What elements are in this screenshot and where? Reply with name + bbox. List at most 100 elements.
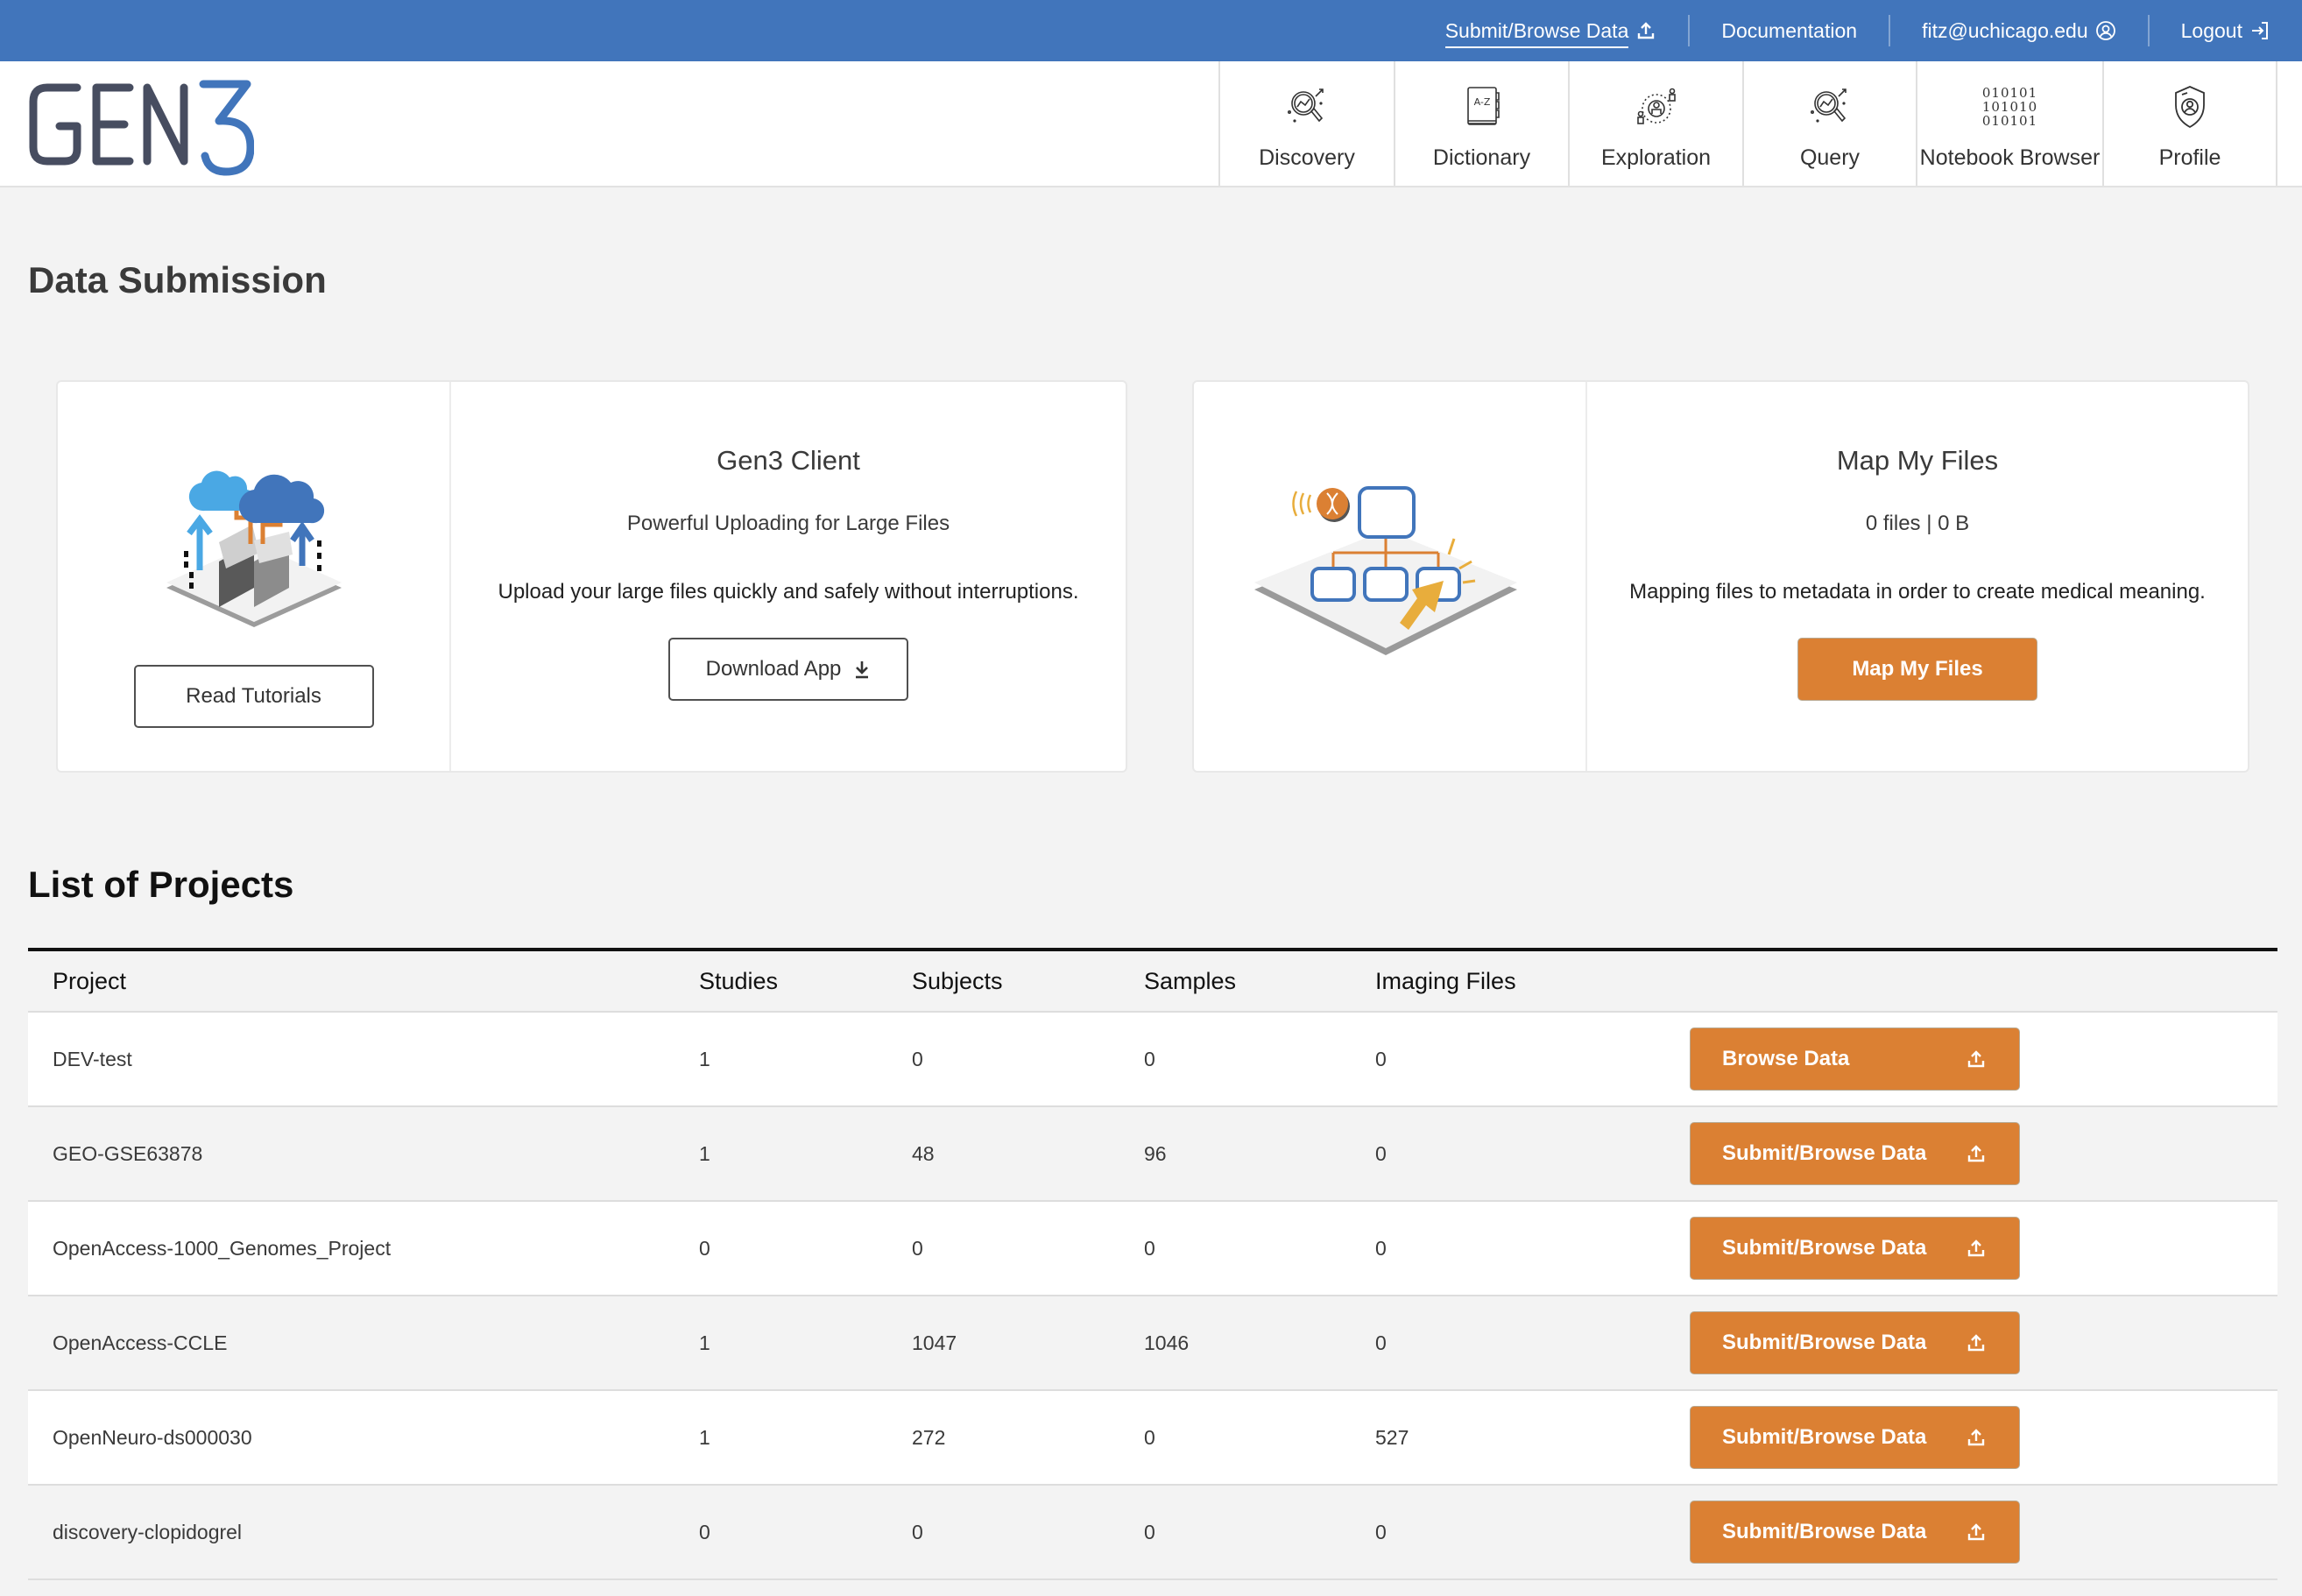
read-tutorials-button[interactable]: Read Tutorials	[133, 665, 374, 728]
nav-item-dictionary[interactable]: A-Z Dictionary	[1394, 61, 1568, 186]
topbar-logout-link[interactable]: Logout	[2150, 0, 2277, 61]
submit-browse-data-label: Submit/Browse Data	[1722, 1141, 1927, 1165]
list-of-projects-title: List of Projects	[28, 864, 294, 905]
topbar-submit-browse-data-link[interactable]: Submit/Browse Data	[1414, 0, 1689, 61]
studies-cell: 1	[699, 1425, 710, 1449]
project-name-cell: OpenNeuro-ds000030	[53, 1425, 252, 1449]
submit-browse-data-button[interactable]: Submit/Browse Data	[1690, 1406, 2020, 1469]
download-app-label: Download App	[705, 657, 842, 681]
nav-label-profile: Profile	[2158, 145, 2221, 170]
project-name-cell: GEO-GSE63878	[53, 1141, 203, 1165]
column-header-project: Project	[53, 967, 127, 994]
studies-cell: 1	[699, 1047, 710, 1070]
nav-item-profile[interactable]: Profile	[2102, 61, 2277, 186]
column-header-samples: Samples	[1144, 967, 1237, 994]
studies-cell: 0	[699, 1520, 710, 1543]
submit-browse-data-button[interactable]: Submit/Browse Data	[1690, 1217, 2020, 1280]
main-nav: Discovery A-Z Dictionary Exploration Que…	[1218, 61, 2277, 186]
profile-shield-icon	[2164, 81, 2216, 133]
main-header: Discovery A-Z Dictionary Exploration Que…	[0, 61, 2302, 187]
upload-icon	[1967, 1522, 1986, 1542]
imaging-files-cell: 527	[1375, 1425, 1409, 1449]
samples-cell: 0	[1144, 1236, 1155, 1260]
gen3-client-title: Gen3 Client	[717, 445, 860, 476]
upload-icon	[1967, 1428, 1986, 1447]
samples-cell: 0	[1144, 1425, 1155, 1449]
imaging-files-cell: 0	[1375, 1331, 1387, 1354]
top-bar: Submit/Browse Data Documentation fitz@uc…	[0, 0, 2302, 61]
topbar-documentation-link[interactable]: Documentation	[1690, 0, 1889, 61]
projects-table: Project Studies Subjects Samples Imaging…	[28, 948, 2277, 1580]
project-name-cell: OpenAccess-1000_Genomes_Project	[53, 1236, 392, 1260]
discovery-magnifier-icon	[1281, 81, 1333, 133]
topbar-logout-label: Logout	[2180, 18, 2242, 42]
submit-browse-data-button[interactable]: Browse Data	[1690, 1028, 2020, 1091]
submit-browse-data-button[interactable]: Submit/Browse Data	[1690, 1501, 2020, 1564]
table-row: OpenNeuro-ds000030 1 272 0 527 Submit/Br…	[28, 1391, 2277, 1486]
action-cell: Submit/Browse Data	[1690, 1391, 2020, 1484]
submit-browse-data-label: Browse Data	[1722, 1047, 1850, 1070]
nav-item-exploration[interactable]: Exploration	[1568, 61, 1742, 186]
download-app-button[interactable]: Download App	[668, 638, 908, 701]
studies-cell: 1	[699, 1141, 710, 1165]
user-circle-icon	[2095, 20, 2116, 41]
upload-box-illustration	[149, 456, 359, 632]
action-cell: Submit/Browse Data	[1690, 1202, 2020, 1295]
gen3-client-card: Read Tutorials Gen3 Client Powerful Uplo…	[56, 380, 1127, 773]
nav-item-notebook-browser[interactable]: 010101 101010 010101 Notebook Browser	[1916, 61, 2102, 186]
upload-icon	[1967, 1333, 1986, 1352]
map-my-files-title: Map My Files	[1836, 445, 1999, 476]
topbar-user-account-link[interactable]: fitz@uchicago.edu	[1890, 0, 2148, 61]
data-submission-title: Data Submission	[28, 259, 327, 300]
submit-browse-data-button[interactable]: Submit/Browse Data	[1690, 1311, 2020, 1374]
column-header-studies: Studies	[699, 967, 779, 994]
file-mapping-illustration	[1246, 484, 1535, 677]
action-cell: Browse Data	[1690, 1013, 2020, 1105]
gen3-client-card-body: Gen3 Client Powerful Uploading for Large…	[451, 382, 1126, 771]
dictionary-book-icon: A-Z	[1456, 81, 1508, 133]
project-name-cell: discovery-clopidogrel	[53, 1520, 243, 1543]
table-row: discovery-clopidogrel 0 0 0 0 Submit/Bro…	[28, 1486, 2277, 1580]
imaging-files-cell: 0	[1375, 1047, 1387, 1070]
nav-label-notebook-browser: Notebook Browser	[1919, 145, 2101, 170]
map-files-illustration-panel	[1194, 382, 1587, 771]
subjects-cell: 0	[912, 1047, 923, 1070]
nav-item-query[interactable]: Query	[1742, 61, 1916, 186]
upload-icon	[1967, 1239, 1986, 1258]
map-my-files-card-body: Map My Files 0 files | 0 B Mapping files…	[1587, 382, 2248, 771]
gen3-logo[interactable]	[26, 72, 255, 177]
upload-icon	[1635, 20, 1656, 41]
exploration-people-icon	[1630, 81, 1683, 133]
nav-label-query: Query	[1799, 145, 1861, 170]
table-row: DEV-test 1 0 0 0 Browse Data	[28, 1013, 2277, 1107]
action-cell: Submit/Browse Data	[1690, 1296, 2020, 1389]
gen3-client-description: Upload your large files quickly and safe…	[498, 580, 1079, 604]
topbar-user-email: fitz@uchicago.edu	[1922, 18, 2088, 42]
submit-browse-data-button[interactable]: Submit/Browse Data	[1690, 1122, 2020, 1185]
subjects-cell: 48	[912, 1141, 935, 1165]
binary-line: 010101	[1981, 113, 2038, 129]
subjects-cell: 0	[912, 1236, 923, 1260]
imaging-files-cell: 0	[1375, 1141, 1387, 1165]
projects-table-body: DEV-test 1 0 0 0 Browse Data GEO-GSE6387…	[28, 1013, 2277, 1580]
table-row: OpenAccess-1000_Genomes_Project 0 0 0 0 …	[28, 1202, 2277, 1296]
samples-cell: 96	[1144, 1141, 1167, 1165]
map-my-files-description: Mapping files to metadata in order to cr…	[1629, 580, 2206, 604]
subjects-cell: 272	[912, 1425, 946, 1449]
map-my-files-button[interactable]: Map My Files	[1797, 638, 2037, 701]
upload-icon	[1967, 1049, 1986, 1069]
gen3-client-subtitle: Powerful Uploading for Large Files	[626, 512, 950, 535]
column-header-subjects: Subjects	[912, 967, 1003, 994]
binary-icon: 010101 101010 010101	[1981, 81, 2038, 133]
map-my-files-card: Map My Files 0 files | 0 B Mapping files…	[1192, 380, 2249, 773]
project-name-cell: DEV-test	[53, 1047, 132, 1070]
subjects-cell: 1047	[912, 1331, 957, 1354]
studies-cell: 0	[699, 1236, 710, 1260]
binary-line: 101010	[1981, 99, 2038, 115]
studies-cell: 1	[699, 1331, 710, 1354]
submit-browse-data-label: Submit/Browse Data	[1722, 1331, 1927, 1354]
nav-label-dictionary: Dictionary	[1432, 145, 1531, 170]
nav-item-discovery[interactable]: Discovery	[1218, 61, 1394, 186]
dictionary-icon-text: A-Z	[1473, 96, 1490, 108]
subjects-cell: 0	[912, 1520, 923, 1543]
